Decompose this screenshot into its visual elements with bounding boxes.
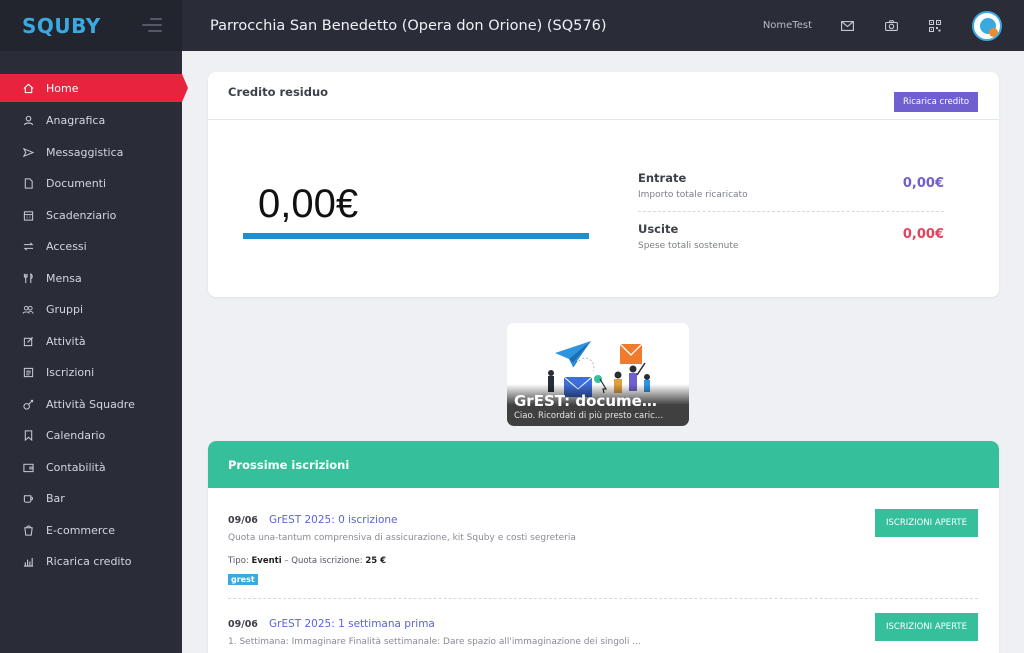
username[interactable]: NomeTest xyxy=(763,20,812,31)
cup-icon xyxy=(22,493,34,505)
iscrizione-item: 09/06 GrEST 2025: 0 iscrizione Quota una-… xyxy=(228,508,978,586)
iscrizione-divider xyxy=(228,598,978,599)
mail-icon[interactable] xyxy=(840,19,854,33)
bookmark-icon xyxy=(22,430,34,442)
sidebar-item-label: Attività xyxy=(46,334,86,348)
entrate-subtitle: Importo totale ricaricato xyxy=(638,190,748,200)
iscrizione-description: 1. Settimana: Immaginare Finalità settim… xyxy=(228,637,641,647)
stat-divider xyxy=(638,211,944,212)
logo[interactable]: SQUBY xyxy=(22,14,101,38)
top-header: Parrocchia San Benedetto (Opera don Orio… xyxy=(182,0,1024,51)
iscrizioni-header: Prossime iscrizioni xyxy=(208,441,999,488)
sidebar-item-mensa[interactable]: Mensa xyxy=(0,263,182,295)
sidebar-item-label: Messaggistica xyxy=(46,145,124,159)
cart-icon xyxy=(22,524,34,536)
entrate-stat: Entrate Importo totale ricaricato 0,00€ xyxy=(638,171,944,200)
sidebar-item-contabilita[interactable]: Contabilità xyxy=(0,452,182,484)
sidebar-item-label: Contabilità xyxy=(46,460,106,474)
group-icon xyxy=(22,304,34,316)
header-actions: NomeTest xyxy=(763,0,1024,51)
iscrizioni-title: Prossime iscrizioni xyxy=(228,457,350,472)
chart-icon xyxy=(22,556,34,568)
calendar-icon xyxy=(22,209,34,221)
ricarica-credito-button[interactable]: Ricarica credito xyxy=(894,91,978,112)
iscrizione-item: 09/06 GrEST 2025: 1 settimana prima 1. Se… xyxy=(228,612,978,647)
page-title: Parrocchia San Benedetto (Opera don Orio… xyxy=(210,17,607,34)
credit-card-header: Credito residuo Ricarica credito xyxy=(208,72,999,120)
sidebar-item-label: Accessi xyxy=(46,240,87,254)
logo-bar: SQUBY xyxy=(0,0,182,51)
wallet-icon xyxy=(22,461,34,473)
sidebar: SQUBY Home Anagrafica Messaggistica Docu… xyxy=(0,0,188,653)
sidebar-item-messaggistica[interactable]: Messaggistica xyxy=(0,137,182,169)
edit-icon xyxy=(22,335,34,347)
sidebar-item-label: Iscrizioni xyxy=(46,366,95,380)
iscrizione-name-link[interactable]: GrEST 2025: 1 settimana prima xyxy=(269,618,435,630)
send-icon xyxy=(22,146,34,158)
uscite-stat: Uscite Spese totali sostenute 0,00€ xyxy=(638,222,944,251)
iscrizioni-card: Prossime iscrizioni 09/06 GrEST 2025: 0 i… xyxy=(208,441,999,653)
iscrizione-date: 09/06 xyxy=(228,619,258,630)
promo-subtitle: Ciao. Ricordati di più presto caricare i… xyxy=(514,411,664,421)
sidebar-item-accessi[interactable]: Accessi xyxy=(0,231,182,263)
sidebar-item-label: Calendario xyxy=(46,429,106,443)
sidebar-item-gruppi[interactable]: Gruppi xyxy=(0,294,182,326)
sidebar-item-label: Bar xyxy=(46,492,65,506)
credit-card: Credito residuo Ricarica credito 0,00€ E… xyxy=(208,72,999,297)
sidebar-item-ricarica-credito[interactable]: Ricarica credito xyxy=(0,546,182,578)
sidebar-item-label: Ricarica credito xyxy=(46,555,132,569)
sidebar-nav: Home Anagrafica Messaggistica Documenti … xyxy=(0,74,188,578)
sidebar-item-label: Attività Squadre xyxy=(46,397,135,411)
uscite-label: Uscite xyxy=(638,222,679,236)
sidebar-item-label: Mensa xyxy=(46,271,82,285)
whistle-icon xyxy=(22,398,34,410)
quota-label: Quota iscrizione: xyxy=(291,556,363,566)
home-icon xyxy=(22,82,34,94)
sidebar-item-label: Home xyxy=(46,81,79,95)
iscrizione-meta: Tipo: Eventi – Quota iscrizione: 25 € xyxy=(228,556,978,566)
promo-title: GrEST: documenti xyxy=(514,392,659,410)
cutlery-icon xyxy=(22,272,34,284)
menu-toggle-icon[interactable] xyxy=(142,18,162,32)
sidebar-item-bar[interactable]: Bar xyxy=(0,483,182,515)
uscite-value: 0,00€ xyxy=(902,227,944,242)
camera-icon[interactable] xyxy=(884,19,898,33)
swap-icon xyxy=(22,241,34,253)
iscrizione-date: 09/06 xyxy=(228,515,258,526)
balance-bar xyxy=(243,233,589,239)
sidebar-item-attivita[interactable]: Attività xyxy=(0,326,182,358)
sidebar-item-label: Documenti xyxy=(46,177,107,191)
sidebar-item-attivita-squadre[interactable]: Attività Squadre xyxy=(0,389,182,421)
user-icon xyxy=(22,115,34,127)
sidebar-item-ecommerce[interactable]: E-commerce xyxy=(0,515,182,547)
iscrizione-name-link[interactable]: GrEST 2025: 0 iscrizione xyxy=(269,514,397,526)
promo-card[interactable]: GrEST: documenti Ciao. Ricordati di più … xyxy=(507,323,689,426)
sidebar-item-anagrafica[interactable]: Anagrafica xyxy=(0,105,182,137)
sidebar-item-label: Anagrafica xyxy=(46,114,106,128)
uscite-subtitle: Spese totali sostenute xyxy=(638,241,739,251)
sidebar-item-scadenziario[interactable]: Scadenziario xyxy=(0,200,182,232)
qrcode-icon[interactable] xyxy=(928,19,942,33)
credit-title: Credito residuo xyxy=(228,85,329,99)
iscrizioni-aperte-button[interactable]: ISCRIZIONI APERTE xyxy=(875,509,978,537)
sidebar-item-calendario[interactable]: Calendario xyxy=(0,420,182,452)
sidebar-item-documenti[interactable]: Documenti xyxy=(0,168,182,200)
file-icon xyxy=(22,178,34,190)
avatar[interactable] xyxy=(972,10,1002,41)
credit-balance: 0,00€ xyxy=(258,182,359,226)
sidebar-item-label: Gruppi xyxy=(46,303,84,317)
sidebar-item-label: Scadenziario xyxy=(46,208,117,222)
iscrizione-description: Quota una-tantum comprensiva di assicura… xyxy=(228,533,576,543)
sidebar-item-label: E-commerce xyxy=(46,523,115,537)
sidebar-item-home[interactable]: Home xyxy=(0,74,188,102)
tipo-value: Eventi xyxy=(251,556,282,566)
quota-value: 25 € xyxy=(365,556,387,566)
entrate-value: 0,00€ xyxy=(902,176,944,191)
tipo-label: Tipo: xyxy=(228,556,249,566)
entrate-label: Entrate xyxy=(638,171,687,185)
list-icon xyxy=(22,367,34,379)
iscrizioni-aperte-button[interactable]: ISCRIZIONI APERTE xyxy=(875,613,978,641)
sidebar-item-iscrizioni[interactable]: Iscrizioni xyxy=(0,357,182,389)
iscrizione-tag: grest xyxy=(228,574,258,585)
